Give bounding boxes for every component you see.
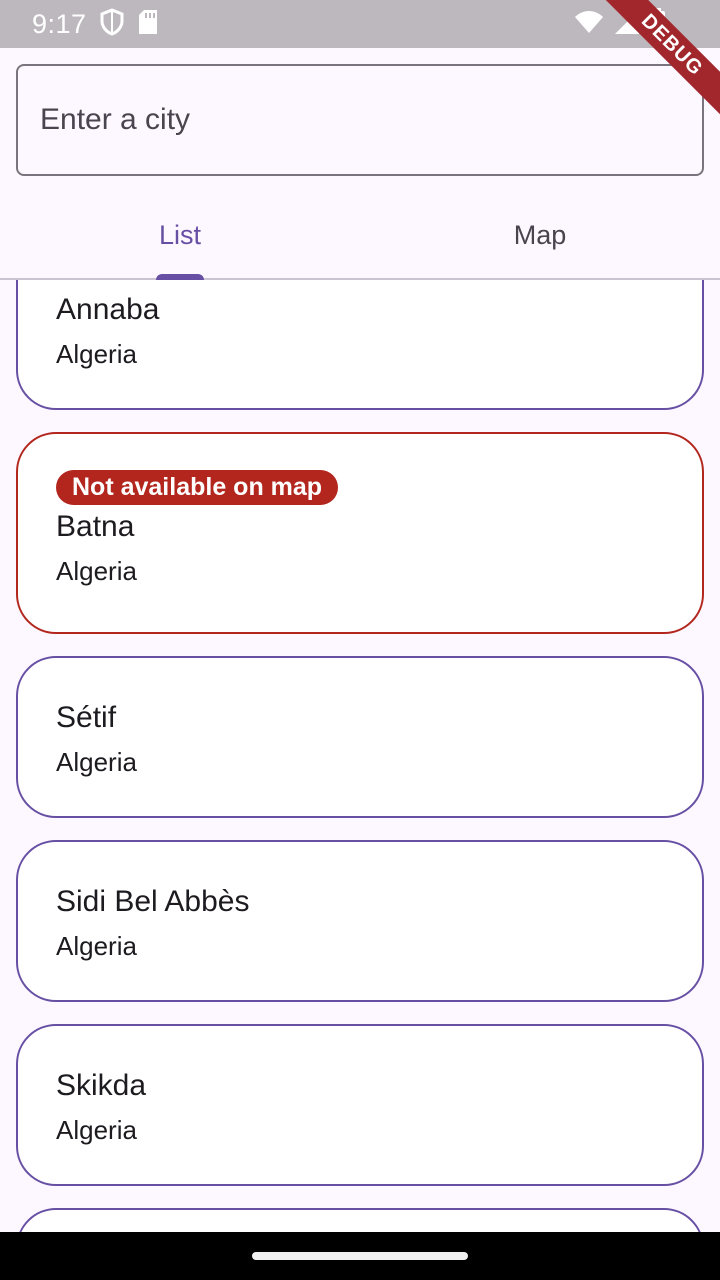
city-country: Algeria <box>56 931 137 961</box>
status-time: 9:17 <box>32 8 87 39</box>
city-card-setif[interactable]: Sétif Algeria <box>16 656 704 818</box>
tab-list-label: List <box>158 219 202 250</box>
tab-bar: List Map <box>0 192 720 280</box>
wifi-icon <box>574 10 604 39</box>
city-card-batna[interactable]: Not available on map Batna Algeria <box>16 432 704 634</box>
city-name: Sidi Bel Abbès <box>56 885 250 918</box>
city-list[interactable]: Annaba Algeria Not available on map Batn… <box>0 280 720 1232</box>
status-left: 9:17 <box>32 7 159 41</box>
city-country: Algeria <box>56 747 137 777</box>
app-screen: 9:17 DEBUG Enter a city List Map Annaba … <box>0 0 720 1280</box>
search-field <box>16 64 704 176</box>
city-card-skikda[interactable]: Skikda Algeria <box>16 1024 704 1186</box>
sd-card-icon <box>137 9 159 40</box>
city-card-annaba[interactable]: Annaba Algeria <box>16 280 704 410</box>
system-nav-bar <box>0 1232 720 1280</box>
city-name: Batna <box>56 510 135 543</box>
tab-map[interactable]: Map <box>360 192 720 278</box>
tab-list[interactable]: List <box>0 192 360 280</box>
city-name: Sétif <box>56 701 117 734</box>
city-name: Skikda <box>56 1069 147 1102</box>
city-name: Annaba <box>56 293 160 326</box>
city-country: Algeria <box>56 556 137 586</box>
tab-map-label: Map <box>513 219 567 250</box>
city-card-sidi-bel-abbes[interactable]: Sidi Bel Abbès Algeria <box>16 840 704 1002</box>
not-available-badge: Not available on map <box>56 470 339 505</box>
home-gesture-handle[interactable] <box>252 1252 468 1260</box>
search-input[interactable] <box>16 64 704 176</box>
city-country: Algeria <box>56 1115 137 1145</box>
city-card-next[interactable] <box>16 1208 704 1232</box>
shield-icon <box>99 7 125 41</box>
city-country: Algeria <box>56 339 137 369</box>
